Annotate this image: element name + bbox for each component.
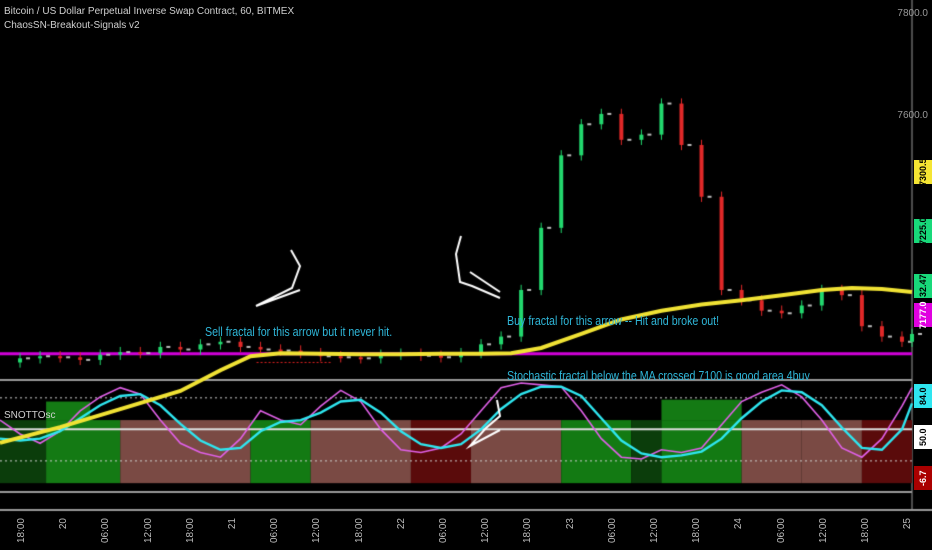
oscillator-label: SNOTTOsc bbox=[4, 410, 56, 421]
note-annotation: Stochastic fractal below the MA crossed … bbox=[507, 368, 810, 380]
last-price-badge: 7225.0 bbox=[914, 217, 932, 245]
x-tick: 18:00 bbox=[860, 518, 871, 544]
x-tick: 12:00 bbox=[480, 518, 492, 544]
x-tick: 18:00 bbox=[16, 518, 27, 544]
x-tick: 12:00 bbox=[649, 518, 660, 544]
x-tick: 22 bbox=[395, 518, 407, 530]
x-tick: 06:00 bbox=[100, 518, 112, 544]
x-tick: 18:00 bbox=[184, 518, 196, 544]
ma-price-badge: 7300.5 bbox=[914, 158, 932, 186]
x-tick: 21 bbox=[227, 518, 238, 530]
x-tick: 18:00 bbox=[522, 518, 534, 544]
sell-annotation: Sell fractal for this arrow but it never… bbox=[205, 324, 393, 339]
x-tick: 18:00 bbox=[691, 518, 703, 544]
x-tick: 12:00 bbox=[142, 518, 154, 544]
x-tick: 06:00 bbox=[775, 518, 787, 544]
x-tick: 06:00 bbox=[269, 518, 281, 544]
indicator-title: ChaosSN-Breakout-Signals v2 bbox=[4, 20, 140, 31]
x-tick: 06:00 bbox=[606, 518, 618, 544]
x-tick: 18:00 bbox=[353, 518, 365, 544]
x-tick: 12:00 bbox=[311, 518, 323, 544]
x-tick: 23 bbox=[564, 518, 576, 530]
price-tick-7800: 7800.0 bbox=[897, 8, 928, 19]
buy-annotation: Buy fractal for this arrow -- Hit and br… bbox=[507, 313, 720, 328]
x-tick: 20 bbox=[58, 518, 70, 530]
x-tick: 24 bbox=[733, 518, 745, 530]
price-tick-7600: 7600.0 bbox=[897, 110, 928, 121]
chart-canvas[interactable] bbox=[0, 0, 932, 550]
countdown-badge: 32.47 bbox=[914, 274, 932, 298]
osc-low-badge: -6.7 bbox=[914, 466, 932, 490]
x-tick: 06:00 bbox=[438, 518, 449, 544]
osc-fast-badge: 84.0 bbox=[914, 384, 932, 408]
support-price-badge: 7177.0 bbox=[914, 301, 932, 329]
x-tick: 12:00 bbox=[817, 518, 829, 544]
x-tick: 25 bbox=[902, 518, 914, 530]
chart-title: Bitcoin / US Dollar Perpetual Inverse Sw… bbox=[4, 6, 295, 17]
osc-mid-badge: 50.0 bbox=[914, 425, 932, 449]
